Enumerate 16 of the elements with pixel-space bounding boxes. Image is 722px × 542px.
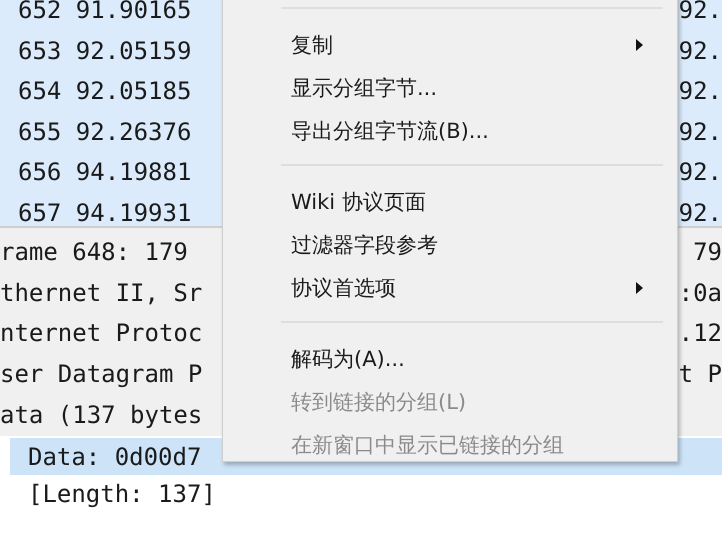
packet-cell: 653 92.05159 xyxy=(18,36,192,65)
packet-cell: 652 91.90165 xyxy=(18,0,192,24)
packet-cell: 92. xyxy=(678,77,722,106)
packet-cell: 92. xyxy=(678,0,722,24)
tree-item-text: .12 xyxy=(678,319,722,348)
packet-cell: 657 94.19931 xyxy=(18,198,192,227)
packet-cell: 656 94.19881 xyxy=(18,158,192,186)
packet-cell: 92. xyxy=(678,198,722,227)
packet-cell: 654 92.05185 xyxy=(18,77,192,106)
tree-item-text: t P xyxy=(678,360,722,388)
packet-cell: 92. xyxy=(678,118,722,146)
packet-cell: 655 92.26376 xyxy=(18,118,192,146)
packet-cell: 92. xyxy=(678,158,722,186)
tree-item-text: :0a xyxy=(678,278,722,307)
tree-item-text: 79 xyxy=(693,238,722,266)
packet-cell: 92. xyxy=(678,36,722,65)
